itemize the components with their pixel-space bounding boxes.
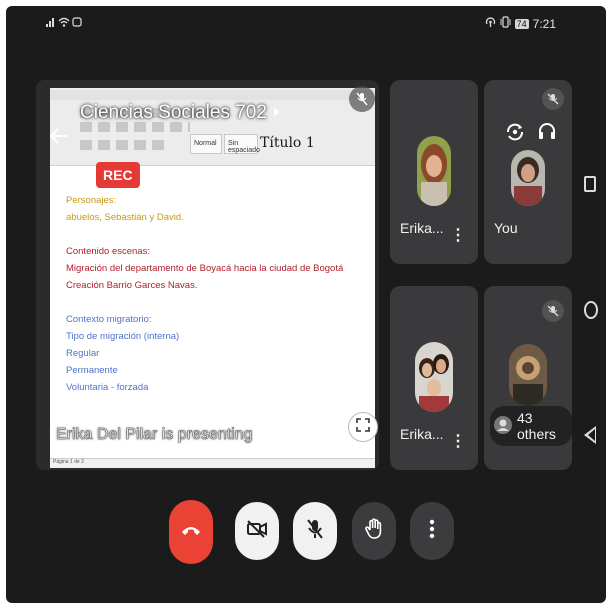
status-right: 74 7:21 [485, 16, 556, 31]
participant-name: Erika... [400, 426, 444, 442]
document-line: Personajes: [66, 195, 117, 206]
document-body: Personajes: abuelos, Sebastián y David. Co… [66, 192, 343, 396]
participant-tile-you[interactable]: You [484, 80, 572, 264]
document-line: Voluntaria - forzada [66, 382, 149, 393]
home-button[interactable] [584, 301, 598, 319]
document-line: Regular [66, 348, 100, 359]
phone-screen: 74 7:21 Normal Sin espaciado Título 1 Pe… [6, 6, 606, 603]
style-title1: Título 1 [260, 135, 315, 151]
vibrate-icon [500, 16, 511, 31]
presentation-tile[interactable]: Normal Sin espaciado Título 1 Personajes… [36, 80, 379, 470]
hang-up-icon [181, 523, 201, 541]
document-line: Tipo de migración (interna) [66, 331, 180, 342]
call-controls [6, 500, 606, 568]
headphones-icon [538, 122, 556, 145]
word-status-bar: Página 1 de 2 [50, 458, 375, 468]
back-button[interactable] [584, 426, 596, 444]
fullscreen-icon [356, 417, 370, 437]
participant-name: You [494, 220, 518, 236]
camera-toggle-button[interactable] [235, 502, 279, 560]
document-line: Creación Barrio Garces Navas. [66, 280, 198, 291]
recents-button[interactable] [584, 176, 596, 192]
more-vert-icon [429, 519, 435, 544]
document-line: Contenido escenas: [66, 246, 150, 257]
mic-toggle-button[interactable] [293, 502, 337, 560]
avatar [511, 150, 545, 206]
others-avatar-icon [494, 415, 512, 437]
presenting-label: Erika Del Pilar is presenting [56, 426, 253, 444]
participant-tile-erika-2[interactable]: Erika... ⋮ [390, 286, 478, 470]
avatar [417, 136, 451, 206]
mic-off-icon [542, 300, 564, 322]
presenter-mic-off-icon [349, 86, 375, 112]
participant-tile-others[interactable]: 43 others [484, 286, 572, 470]
status-bar: 74 7:21 [6, 6, 606, 40]
chevron-right-icon [273, 102, 281, 124]
document-line: Migración del departamento de Boyacá hac… [66, 263, 344, 274]
document-blank-line [66, 226, 343, 243]
wifi-icon [58, 16, 70, 30]
recording-badge: REC [96, 162, 140, 188]
system-nav-bar [578, 6, 606, 603]
back-arrow-icon[interactable] [49, 124, 68, 150]
more-options-button[interactable] [410, 502, 454, 560]
mic-off-icon [542, 88, 564, 110]
document-line: Permanente [66, 365, 118, 376]
more-options-icon[interactable]: ⋮ [450, 228, 466, 244]
document-line: Contexto migratorio: [66, 314, 152, 325]
participant-tile-erika[interactable]: Erika... ⋮ [390, 80, 478, 264]
document-blank-line [66, 294, 343, 311]
video-off-icon [246, 519, 268, 544]
mic-off-icon [305, 518, 325, 545]
shared-document: Normal Sin espaciado Título 1 Personajes… [50, 88, 375, 468]
clock: 7:21 [532, 16, 556, 31]
meeting-title[interactable]: Ciencias Sociales 702 [80, 102, 281, 124]
status-left [46, 16, 82, 30]
document-line: abuelos, Sebastián y David. [66, 212, 184, 223]
battery-indicator: 74 [514, 18, 529, 29]
hand-icon [364, 517, 384, 545]
others-label: 43 others [517, 410, 556, 442]
end-call-button[interactable] [169, 500, 213, 564]
others-count-chip: 43 others [490, 406, 572, 446]
style-normal: Normal [190, 134, 222, 154]
raise-hand-button[interactable] [352, 502, 396, 560]
participant-name: Erika... [400, 220, 444, 236]
fullscreen-button[interactable] [348, 412, 378, 442]
word-ribbon: Normal Sin espaciado Título 1 [50, 88, 375, 166]
switch-camera-icon[interactable] [504, 122, 526, 147]
signal-icon [46, 16, 56, 30]
style-nospace: Sin espaciado [224, 134, 260, 154]
avatar [415, 342, 453, 412]
meeting-title-text: Ciencias Sociales 702 [80, 102, 267, 123]
notification-icon [72, 16, 82, 30]
more-options-icon[interactable]: ⋮ [450, 434, 466, 450]
hotspot-icon [485, 16, 496, 31]
avatar [509, 344, 547, 406]
